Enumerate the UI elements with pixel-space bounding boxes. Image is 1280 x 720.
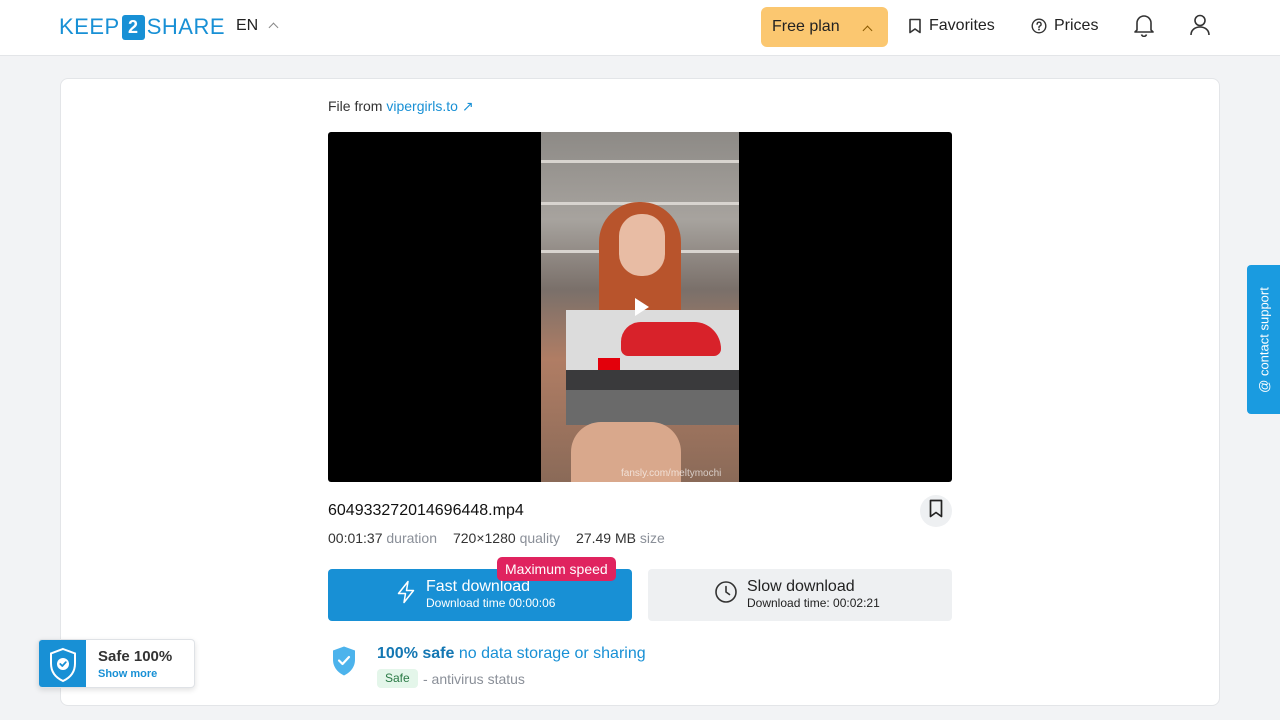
source-link[interactable]: vipergirls.to ↗ bbox=[386, 98, 473, 114]
contact-support-tab[interactable]: @ contact support bbox=[1247, 265, 1280, 414]
slow-download-title: Slow download bbox=[747, 578, 855, 595]
antivirus-status-label: - antivirus status bbox=[423, 671, 525, 687]
clock-icon bbox=[714, 580, 738, 609]
file-from-label: File from bbox=[328, 98, 383, 114]
file-source: File from vipergirls.to ↗ bbox=[328, 98, 474, 115]
fast-download-time: Download time 00:00:06 bbox=[426, 596, 556, 610]
free-plan-button[interactable]: Free plan bbox=[761, 7, 888, 47]
logo-text-share: SHARE bbox=[146, 14, 225, 39]
bell-icon bbox=[1133, 13, 1155, 42]
file-name: 604933272014696448.mp4 bbox=[328, 502, 524, 519]
prices-link[interactable]: Prices bbox=[1031, 17, 1098, 35]
contact-support-label: @ contact support bbox=[1256, 286, 1271, 393]
duration-label: duration bbox=[386, 530, 437, 546]
prices-label: Prices bbox=[1054, 17, 1099, 34]
play-icon[interactable] bbox=[635, 298, 649, 316]
logo-badge-2: 2 bbox=[121, 14, 145, 40]
bookmark-icon bbox=[908, 18, 922, 34]
file-meta: 00:01:37 duration 720×1280 quality 27.49… bbox=[328, 530, 665, 546]
widget-show-more-link[interactable]: Show more bbox=[98, 668, 157, 680]
thumbnail-box bbox=[566, 310, 739, 425]
maximum-speed-badge: Maximum speed bbox=[497, 557, 616, 581]
meta-duration: 00:01:37 duration bbox=[328, 530, 437, 546]
widget-title: Safe 100% bbox=[98, 648, 173, 665]
source-link-text: vipergirls.to bbox=[386, 98, 458, 114]
slow-download-button[interactable]: Slow download Download time: 00:02:21 bbox=[648, 569, 952, 621]
lightning-icon bbox=[395, 580, 417, 609]
language-selector[interactable]: EN bbox=[236, 17, 279, 35]
safety-heading: 100% safe no data storage or sharing bbox=[377, 645, 646, 663]
chevron-up-icon bbox=[862, 25, 873, 36]
help-circle-icon bbox=[1031, 18, 1047, 34]
keep2share-logo[interactable]: KEEP 2 SHARE bbox=[59, 14, 225, 40]
video-player[interactable]: fansly.com/meltymochi bbox=[328, 132, 952, 482]
size-label: size bbox=[639, 530, 665, 546]
chevron-up-icon bbox=[268, 22, 279, 33]
safe-widget[interactable]: Safe 100% Show more bbox=[38, 639, 195, 688]
logo-text-keep: KEEP bbox=[59, 14, 120, 39]
antivirus-status-badge: Safe bbox=[377, 669, 418, 688]
notifications-button[interactable] bbox=[1131, 14, 1157, 40]
slow-download-time: Download time: 00:02:21 bbox=[747, 596, 880, 610]
widget-shield-icon bbox=[39, 640, 86, 687]
safety-heading-bold: 100% safe bbox=[377, 645, 455, 662]
box-car bbox=[621, 322, 721, 356]
bookmark-icon bbox=[928, 499, 944, 523]
shield-check-icon bbox=[331, 645, 357, 682]
meta-size: 27.49 MB size bbox=[576, 530, 665, 546]
add-to-favorites-button[interactable] bbox=[920, 495, 952, 527]
size-value: 27.49 MB bbox=[576, 530, 636, 546]
favorites-label: Favorites bbox=[929, 17, 995, 34]
account-button[interactable] bbox=[1187, 14, 1213, 40]
box-bottom bbox=[566, 390, 739, 425]
language-label: EN bbox=[236, 17, 259, 34]
top-header: KEEP 2 SHARE EN Free plan Favorites Pric… bbox=[0, 0, 1280, 56]
box-logo bbox=[598, 358, 620, 370]
quality-value: 720×1280 bbox=[452, 530, 516, 546]
shelf-line bbox=[541, 160, 739, 163]
user-icon bbox=[1189, 13, 1211, 42]
safety-heading-rest: no data storage or sharing bbox=[454, 645, 646, 662]
free-plan-label: Free plan bbox=[772, 18, 840, 35]
favorites-link[interactable]: Favorites bbox=[908, 17, 995, 35]
quality-label: quality bbox=[519, 530, 561, 546]
thumbnail-face bbox=[619, 214, 665, 276]
duration-value: 00:01:37 bbox=[328, 530, 383, 546]
video-watermark: fansly.com/meltymochi bbox=[621, 468, 722, 479]
meta-quality: 720×1280 quality bbox=[453, 530, 560, 546]
